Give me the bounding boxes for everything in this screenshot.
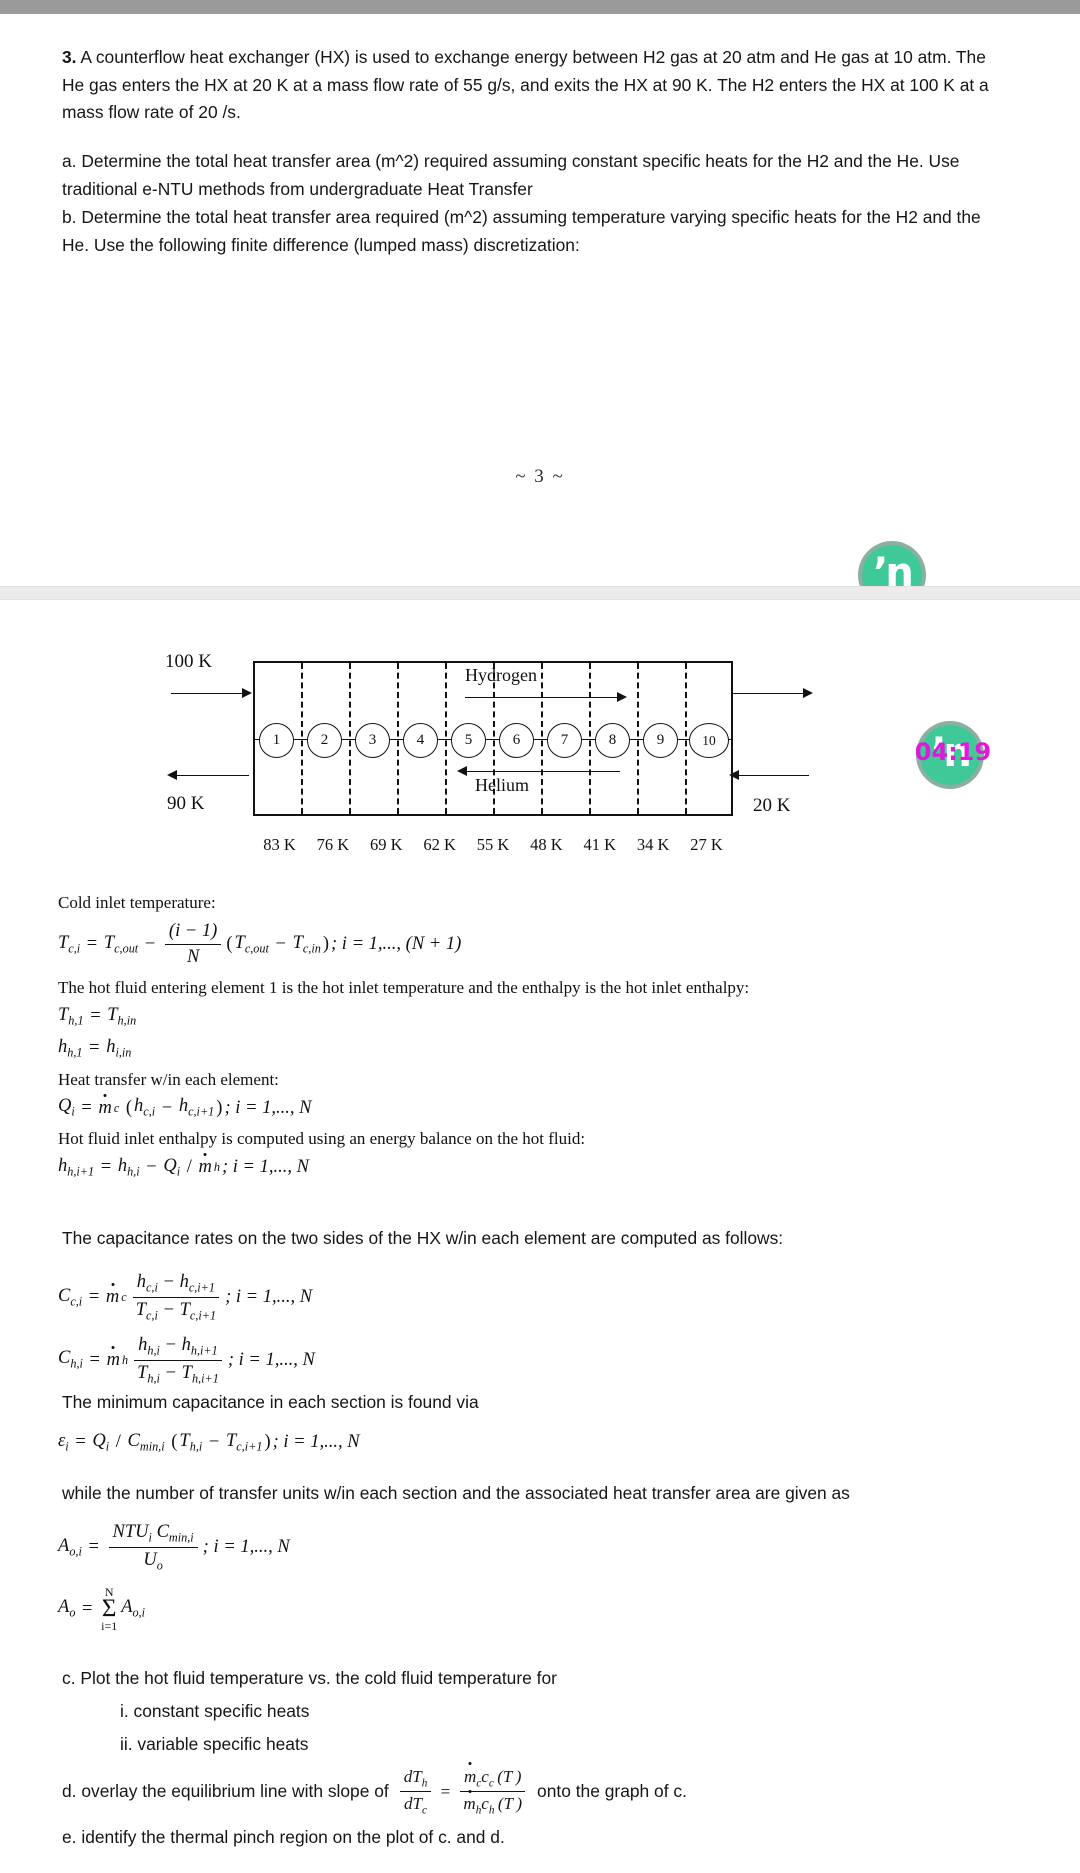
element-node-5: 5	[451, 723, 486, 758]
task-a-paragraph: a. Determine the total heat transfer are…	[62, 151, 960, 199]
hot-entering-text: The hot fluid entering element 1 is the …	[58, 978, 750, 998]
cold-stream-label: Helium	[475, 775, 529, 795]
index-range-N1: ; i = 1,..., (N + 1)	[331, 934, 462, 955]
equation-hot-capacitance-rate: Ch,i = mh hh,i − hh,i+1 Th,i − Th,i+1 ; …	[58, 1334, 315, 1386]
equation-group-area: Ao,i = NTUi Cmin,i Uo ; i = 1,..., N Ao …	[58, 1518, 1018, 1640]
problem-number: 3.	[62, 47, 77, 67]
hot-outlet-temperature-label: 90 K	[167, 793, 205, 814]
equation-hot-inlet-enthalpy: hh,1 = hi,in	[58, 1036, 132, 1060]
hot-exit-arrow-line	[733, 693, 805, 694]
interface-temp: 62 K	[423, 835, 456, 854]
hot-stream-label: Hydrogen	[465, 665, 537, 685]
cold-inlet-heading: Cold inlet temperature:	[58, 893, 216, 912]
element-node-4: 4	[403, 723, 438, 758]
equation-equilibrium-slope: dTh dTc = mccc (T ) mhch (T )	[397, 1766, 529, 1818]
heat-transfer-heading: Heat transfer w/in each element:	[58, 1069, 279, 1089]
interface-temp: 76 K	[316, 835, 350, 854]
problem-statement-text: A counterflow heat exchanger (HX) is use…	[62, 47, 989, 122]
cold-flow-arrow-line	[465, 771, 620, 772]
interface-temperature-row: 83 K 76 K 69 K 62 K 55 K 48 K 41 K 34 K …	[253, 835, 733, 855]
equation-group-effectiveness: εi = Qi / Cmin,i (Th,i − Tc,i+1) ; i = 1…	[58, 1428, 1018, 1463]
equation-effectiveness: εi = Qi / Cmin,i (Th,i − Tc,i+1) ; i = 1…	[58, 1431, 360, 1454]
page-separator	[0, 586, 1080, 600]
index-range-N: ; i = 1,..., N	[225, 1286, 313, 1307]
window-top-bar	[0, 0, 1080, 14]
hot-inlet-arrow-line	[171, 693, 243, 694]
hot-flow-arrow-head	[617, 692, 627, 702]
interface-temp: 34 K	[636, 835, 670, 854]
interface-temp: 48 K	[530, 835, 563, 854]
task-e-paragraph: e. identify the thermal pinch region on …	[62, 1827, 505, 1847]
task-c-paragraph: c. Plot the hot fluid temperature vs. th…	[62, 1668, 557, 1688]
element-node-10: 10	[689, 723, 729, 758]
cold-flow-arrow-head	[457, 766, 467, 776]
equation-total-area: Ao = N Σi=1 Ao,i	[58, 1584, 146, 1634]
interface-temp: 83 K	[263, 835, 296, 854]
index-range-N: ; i = 1,..., N	[224, 1097, 312, 1118]
index-range-N: ; i = 1,..., N	[202, 1536, 290, 1557]
element-node-1: 1	[259, 723, 294, 758]
page-marker: ~ 3 ~	[515, 466, 565, 487]
min-capacitance-text: The minimum capacitance in each section …	[62, 1392, 479, 1412]
hot-flow-arrow-line	[465, 697, 620, 698]
interface-temp: 41 K	[583, 835, 617, 854]
index-range-N: ; i = 1,..., N	[227, 1349, 315, 1370]
task-b-paragraph: b. Determine the total heat transfer are…	[62, 207, 981, 255]
interface-temp: 27 K	[690, 835, 723, 854]
index-range-N: ; i = 1,..., N	[272, 1432, 360, 1453]
task-c-ii: ii. variable specific heats	[120, 1734, 309, 1754]
hot-outlet-arrow-head	[167, 770, 177, 780]
element-node-3: 3	[355, 723, 390, 758]
element-node-9: 9	[643, 723, 678, 758]
element-node-7: 7	[547, 723, 582, 758]
element-node-2: 2	[307, 723, 342, 758]
equation-group-capacitance: Cc,i = mc hc,i − hc,i+1 Tc,i − Tc,i+1 ; …	[58, 1268, 1018, 1395]
interface-temp: 55 K	[476, 835, 510, 854]
task-d-suffix: onto the graph of c.	[537, 1781, 687, 1802]
equation-cold-inlet-temperature: Tc,i = Tc,out − (i − 1) N (Tc,out − Tc,in…	[58, 920, 462, 968]
hot-inlet-temperature-label: 100 K	[165, 651, 212, 672]
cold-inlet-temperature-label: 20 K	[753, 795, 791, 816]
energy-balance-heading: Hot fluid inlet enthalpy is computed usi…	[58, 1129, 586, 1149]
ntu-intro-text: while the number of transfer units w/in …	[62, 1483, 850, 1503]
element-node-8: 8	[595, 723, 630, 758]
task-d-paragraph: d. overlay the equilibrium line with slo…	[62, 1766, 1012, 1818]
hot-exit-arrow-head	[803, 688, 813, 698]
equation-element-area: Ao,i = NTUi Cmin,i Uo ; i = 1,..., N	[58, 1522, 290, 1573]
element-node-6: 6	[499, 723, 534, 758]
cold-inlet-arrow-line	[737, 775, 809, 776]
timer-value: 04:19	[914, 738, 992, 766]
index-range-N: ; i = 1,..., N	[221, 1157, 309, 1178]
capacitance-intro-text: The capacitance rates on the two sides o…	[62, 1228, 784, 1248]
problem-statement-paragraph: 3. A counterflow heat exchanger (HX) is …	[62, 44, 1007, 127]
equation-hot-inlet-temperature: Th,1 = Th,in	[58, 1005, 137, 1028]
equation-element-heat-transfer: Qi = mc (hc,i − hc,i+1) ; i = 1,..., N	[58, 1096, 312, 1120]
hot-inlet-arrow-head	[242, 688, 252, 698]
equation-hot-enthalpy-update: hh,i+1 = hh,i − Qi / mh ; i = 1,..., N	[58, 1156, 309, 1179]
task-c-i: i. constant specific heats	[120, 1701, 310, 1721]
equation-group-cold-inlet: Cold inlet temperature: Tc,i = Tc,out − …	[58, 892, 1018, 1188]
hot-outlet-arrow-line	[175, 775, 249, 776]
task-d-prefix: d. overlay the equilibrium line with slo…	[62, 1781, 389, 1802]
interface-temp: 69 K	[369, 835, 403, 854]
heat-exchanger-diagram: 100 K 90 K 20 K Hydrogen Helium 1 2 3 4 …	[165, 645, 855, 875]
equation-cold-capacitance-rate: Cc,i = mc hc,i − hc,i+1 Tc,i − Tc,i+1 ; …	[58, 1272, 313, 1323]
